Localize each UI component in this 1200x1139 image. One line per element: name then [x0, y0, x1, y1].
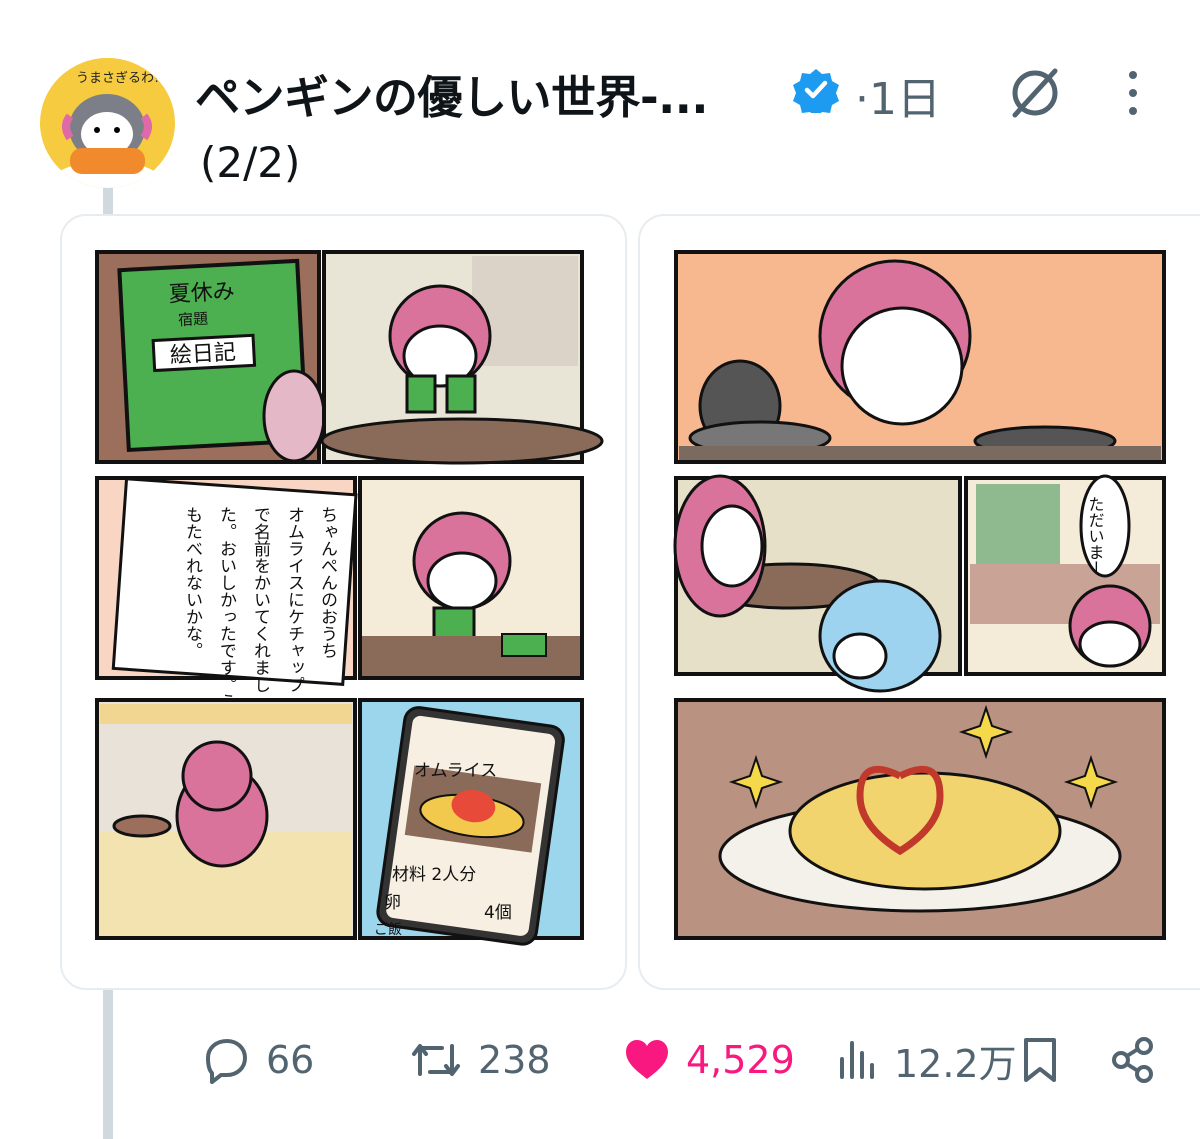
recipe-line: 材料 2人分: [392, 865, 476, 885]
grok-icon[interactable]: [1007, 65, 1063, 121]
diary-col3: で名前をかいてくれまし: [250, 506, 271, 693]
verified-badge-icon: [793, 69, 839, 113]
book-label: 絵日記: [169, 340, 236, 368]
views-button[interactable]: 12.2万: [836, 1030, 1017, 1090]
svg-text:うまさぎるわ!: うまさぎるわ!: [76, 71, 159, 86]
share-icon: [1112, 1037, 1153, 1083]
diary-col1: ちゃんぺんのおうち: [317, 506, 338, 659]
repost-icon: [412, 1044, 460, 1076]
comic-page-right: ただいまー: [673, 250, 1166, 940]
action-bar: 66 238 4,529 12.2万: [0, 1020, 1200, 1100]
recipe-count: 4個: [484, 903, 512, 923]
share-button[interactable]: [1110, 1030, 1156, 1090]
diary-col2: オムライスにケチャップ: [284, 506, 304, 693]
like-icon: [626, 1040, 668, 1079]
repost-count: 238: [478, 1038, 551, 1082]
avatar[interactable]: うまさぎるわ!: [40, 58, 175, 188]
author-name[interactable]: ペンギンの優しい世界-...: [195, 61, 708, 126]
post-time[interactable]: ·1日: [855, 63, 941, 127]
reply-count: 66: [266, 1038, 315, 1082]
diary-col5: もたべれないかな。: [182, 506, 203, 659]
bookmark-button[interactable]: [1020, 1030, 1060, 1090]
post-header: ペンギンの優しい世界-... ·1日: [195, 55, 1195, 125]
like-count: 4,529: [686, 1038, 795, 1082]
views-count: 12.2万: [894, 1041, 1017, 1086]
speech-bubble-text: ただいまー: [1086, 496, 1105, 576]
recipe-title: オムライス: [414, 761, 497, 781]
recipe-egg: 卵: [384, 893, 401, 913]
more-icon[interactable]: [1121, 65, 1145, 121]
media-image-left[interactable]: 夏休み 宿題 絵日記 ちゃんぺんのおうち オムライスにケチャップ で名前をかいて…: [60, 214, 627, 990]
media-image-right[interactable]: ただいまー: [638, 214, 1200, 990]
recipe-rice: ご飯: [374, 921, 402, 938]
reply-icon: [206, 1039, 247, 1084]
post-text: (2/2): [200, 138, 301, 187]
book-sub: 宿題: [178, 310, 209, 330]
reply-button[interactable]: 66: [200, 1030, 314, 1090]
like-button[interactable]: 4,529: [622, 1030, 795, 1090]
views-icon: [840, 1041, 874, 1079]
comic-page-left: 夏休み 宿題 絵日記 ちゃんぺんのおうち オムライスにケチャップ で名前をかいて…: [95, 250, 604, 946]
book-title: 夏休み: [168, 279, 235, 307]
repost-button[interactable]: 238: [408, 1030, 551, 1090]
bookmark-icon: [1024, 1038, 1056, 1082]
